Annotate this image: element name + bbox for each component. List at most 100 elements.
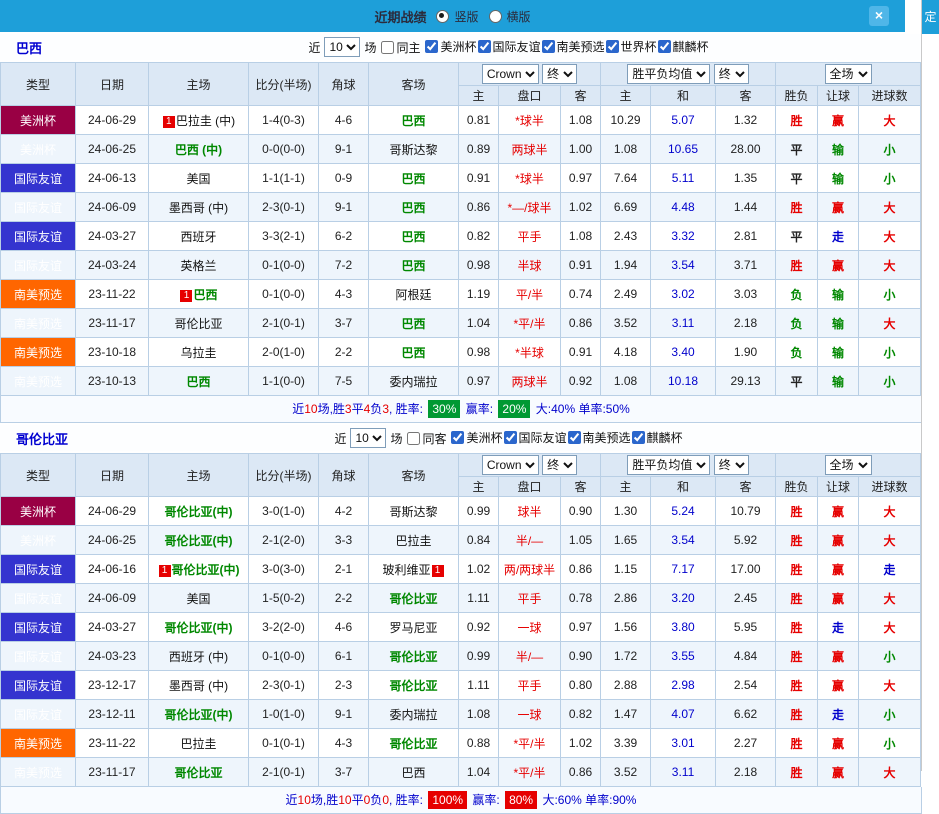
wdl-avg-select[interactable]: 胜平负均值	[627, 64, 711, 84]
home-team-name: 哥伦比亚	[174, 765, 223, 780]
result-goals: 大	[858, 192, 922, 222]
scope-select[interactable]: 全场	[824, 64, 872, 84]
competition-filter[interactable]: 南美预选	[541, 38, 605, 55]
competition-filter[interactable]: 国际友谊	[503, 429, 567, 446]
match-row: 国际友谊 24-03-27 哥伦比亚(中) 3-2(2-0) 4-6 罗马尼亚 0.92 一球…	[0, 612, 922, 642]
competition-checkbox[interactable]	[541, 40, 555, 53]
home-team-name: 哥伦比亚(中)	[164, 620, 233, 635]
match-score: 2-3(0-1)	[248, 192, 319, 222]
competition-checkbox[interactable]	[451, 431, 465, 444]
competition-filter[interactable]: 美洲杯	[424, 38, 477, 55]
ah-handicap: *球半	[498, 163, 561, 193]
odds-draw: 3.32	[650, 221, 717, 251]
odds-final-select[interactable]: 终	[542, 455, 578, 475]
summary-text: 负	[370, 793, 383, 807]
competition-filter[interactable]: 美洲杯	[450, 429, 503, 446]
match-type: 南美预选	[0, 337, 76, 367]
competition-checkbox[interactable]	[657, 40, 671, 53]
wdl-avg-select[interactable]: 胜平负均值	[627, 455, 711, 475]
section-summary: 近10场,胜10平0负0, 胜率: 100% 赢率: 80% 大:60% 单率:…	[0, 787, 922, 814]
competition-label: 美洲杯	[440, 40, 477, 54]
odds-lose: 2.18	[715, 308, 777, 338]
odds-source-select[interactable]: Crown	[481, 455, 539, 475]
match-score: 0-1(0-0)	[248, 641, 319, 671]
summary-text: 近	[292, 402, 305, 416]
wdl-final-select[interactable]: 终	[713, 64, 749, 84]
result-ah: 输	[817, 337, 860, 367]
home-team-name: 墨西哥 (中)	[168, 678, 229, 693]
competition-checkbox[interactable]	[567, 431, 581, 444]
odds-lose: 3.03	[715, 279, 777, 309]
ah-handicap: 平手	[498, 670, 561, 700]
near-count-select[interactable]: 10	[324, 37, 361, 57]
result-ah: 赢	[817, 250, 860, 280]
competition-checkbox[interactable]	[425, 40, 439, 53]
odds-source-select[interactable]: Crown	[481, 64, 539, 84]
competition-filter[interactable]: 世界杯	[605, 38, 657, 55]
same-venue-filter[interactable]: 同客	[406, 430, 446, 447]
match-score: 0-1(0-0)	[248, 279, 319, 309]
layout-radio-horizontal[interactable]: 横版	[488, 8, 531, 25]
odds-draw: 10.65	[650, 134, 717, 164]
ah-away-odds: 1.00	[559, 134, 602, 164]
same-venue-filter[interactable]: 同主	[380, 39, 420, 56]
competition-checkbox[interactable]	[631, 431, 645, 444]
home-team: 1 巴拉圭 (中)	[148, 105, 249, 135]
competition-filter[interactable]: 南美预选	[567, 429, 631, 446]
same-venue-checkbox[interactable]	[407, 431, 421, 445]
result-wdl: 胜	[775, 728, 819, 758]
subheader-win: 主	[600, 85, 652, 106]
competition-filter[interactable]: 麒麟杯	[657, 38, 709, 55]
match-date: 23-11-22	[75, 279, 149, 309]
panel-title: 近期战绩	[374, 9, 427, 25]
match-score: 2-1(0-1)	[248, 757, 319, 787]
away-team-name: 巴西	[401, 113, 426, 128]
competition-filter[interactable]: 国际友谊	[477, 38, 541, 55]
result-goals: 大	[858, 105, 922, 135]
result-group-header: 全场	[775, 62, 922, 86]
match-row: 国际友谊 23-12-11 哥伦比亚(中) 1-0(1-0) 9-1 委内瑞拉 1.08 一球…	[0, 699, 922, 729]
competition-filter[interactable]: 麒麟杯	[631, 429, 683, 446]
odds-draw: 3.20	[650, 583, 717, 613]
match-score: 0-0(0-0)	[248, 134, 319, 164]
odds-lose: 6.62	[715, 699, 777, 729]
competition-checkbox[interactable]	[605, 40, 619, 53]
home-team-name: 巴拉圭	[180, 736, 217, 751]
same-venue-checkbox[interactable]	[381, 40, 395, 54]
result-wdl: 负	[775, 308, 819, 338]
horizontal-radio-icon[interactable]	[488, 9, 502, 23]
summary-text: 赢率:	[469, 793, 504, 807]
result-goals: 大	[858, 496, 922, 526]
result-goals: 大	[858, 757, 922, 787]
away-team-name: 巴西	[401, 200, 426, 215]
odds-lose: 29.13	[715, 366, 777, 396]
vertical-radio-icon[interactable]	[436, 9, 450, 23]
red-card-badge: 1	[180, 289, 193, 302]
match-type: 国际友谊	[0, 250, 76, 280]
wdl-final-select[interactable]: 终	[713, 455, 749, 475]
result-wdl: 胜	[775, 757, 819, 787]
away-team: 巴西	[368, 163, 459, 193]
background-window-sliver: 定	[921, 0, 939, 771]
near-count-select[interactable]: 10	[350, 428, 387, 448]
result-wdl: 胜	[775, 612, 819, 642]
ah-handicap: 一球	[498, 699, 561, 729]
result-wdl: 平	[775, 366, 819, 396]
competition-checkbox[interactable]	[477, 40, 491, 53]
summary-text: 负	[370, 402, 383, 416]
close-icon[interactable]: ×	[869, 6, 889, 26]
odds-draw: 2.98	[650, 670, 717, 700]
scope-select[interactable]: 全场	[824, 455, 872, 475]
home-team-name: 哥伦比亚(中)	[164, 533, 233, 548]
ah-handicap: 平手	[498, 221, 561, 251]
layout-radio-vertical[interactable]: 竖版	[436, 8, 479, 25]
competition-checkbox[interactable]	[503, 431, 517, 444]
ah-handicap: 球半	[498, 496, 561, 526]
ah-home-odds: 0.99	[458, 496, 499, 526]
ah-away-odds: 0.90	[559, 641, 602, 671]
odds-final-select[interactable]: 终	[542, 64, 578, 84]
ah-handicap: *平/半	[498, 757, 561, 787]
result-goals: 大	[858, 670, 922, 700]
away-team: 阿根廷	[368, 279, 459, 309]
games-label: 场	[390, 431, 403, 446]
